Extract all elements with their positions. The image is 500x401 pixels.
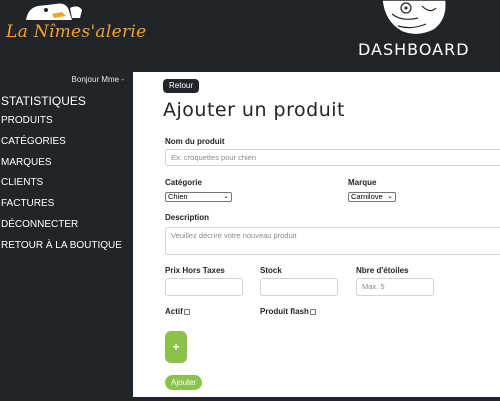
active-label: Actif: [165, 307, 183, 316]
stars-label: Nbre d'étoiles: [356, 266, 409, 275]
category-label: Catégorie: [165, 178, 202, 187]
product-name-label: Nom du produit: [165, 137, 225, 146]
category-select-value: Chien: [168, 192, 188, 201]
chevron-down-icon: ⌄: [387, 193, 393, 200]
active-checkbox[interactable]: [183, 308, 190, 315]
sidebar-item-categories[interactable]: CATÉGORIES: [0, 132, 132, 153]
flash-checkbox[interactable]: [309, 308, 316, 315]
description-textarea[interactable]: Veuillez décrire votre nouveau produit: [165, 227, 500, 255]
stars-input[interactable]: Max. 5: [356, 278, 434, 296]
page-title: Ajouter un produit: [163, 99, 345, 121]
sidebar-item-deconnecter[interactable]: DÉCONNECTER: [0, 215, 132, 236]
active-checkbox-group: Actif: [165, 307, 190, 316]
user-greeting[interactable]: Bonjour Mme -: [72, 75, 124, 84]
flash-checkbox-group: Produit flash: [260, 307, 316, 316]
submit-add-button[interactable]: Ajouter: [165, 375, 203, 390]
dog-logo-icon: [26, 3, 82, 20]
sidebar-item-factures[interactable]: FACTURES: [0, 194, 132, 215]
flash-label: Produit flash: [260, 307, 309, 316]
description-label: Description: [165, 213, 210, 222]
dashboard-title: DASHBOARD: [358, 40, 470, 59]
category-select[interactable]: Chien ⌄: [165, 192, 232, 202]
price-label: Prix Hors Taxes: [165, 266, 225, 275]
brand-select-value: Carnilove: [351, 192, 383, 201]
brand-select[interactable]: Carnilove ⌄: [348, 192, 396, 202]
logo-text[interactable]: La Nîmes'alerie: [6, 22, 146, 42]
product-name-input[interactable]: Ex: croquettes pour chien: [165, 149, 500, 166]
price-input[interactable]: [165, 278, 243, 296]
sidebar-item-clients[interactable]: CLIENTS: [0, 173, 132, 194]
add-image-button[interactable]: +: [165, 331, 187, 363]
stock-label: Stock: [260, 266, 282, 275]
chevron-down-icon: ⌄: [223, 193, 229, 200]
sidebar-item-produits[interactable]: PRODUITS: [0, 111, 132, 132]
add-product-panel: Retour Ajouter un produit Nom du produit…: [133, 72, 500, 397]
back-button[interactable]: Retour: [163, 79, 200, 93]
stock-input[interactable]: [260, 278, 338, 296]
sidebar-nav: STATISTIQUES PRODUITS CATÉGORIES MARQUES…: [0, 92, 132, 257]
brand-label: Marque: [348, 178, 377, 187]
sidebar-item-retour-boutique[interactable]: RETOUR À LA BOUTIQUE: [0, 236, 132, 257]
sidebar-item-marques[interactable]: MARQUES: [0, 153, 132, 174]
mascot-icon: [381, 0, 447, 36]
sidebar-item-statistiques[interactable]: STATISTIQUES: [0, 92, 132, 111]
header: La Nîmes'alerie DASHBOARD: [0, 0, 500, 72]
